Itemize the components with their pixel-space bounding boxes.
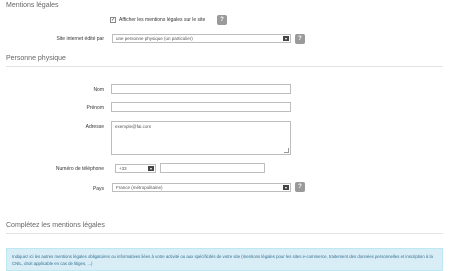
- edited-by-label: Site internet édité par: [56, 36, 104, 42]
- show-mentions-checkbox[interactable]: ✓: [110, 17, 116, 23]
- section-divider: [6, 66, 443, 67]
- phone-label: Numéro de téléphone: [55, 166, 104, 172]
- chevron-down-icon: ▾: [148, 166, 154, 171]
- section-divider: [6, 233, 443, 234]
- pays-value: France (métropolitaine): [116, 185, 163, 190]
- chevron-down-icon: ▾: [283, 36, 289, 41]
- help-icon[interactable]: ?: [217, 15, 227, 25]
- prenom-label: Prénom: [86, 105, 104, 111]
- prenom-field[interactable]: [111, 102, 291, 112]
- phone-field[interactable]: [160, 163, 265, 173]
- adresse-value: exemple@fai.com: [115, 124, 152, 129]
- nom-field[interactable]: [111, 84, 291, 94]
- show-mentions-label: Afficher les mentions légales sur le sit…: [119, 17, 206, 23]
- nom-label: Nom: [93, 87, 104, 93]
- adresse-label: Adresse: [85, 124, 104, 130]
- resize-handle-icon[interactable]: [284, 148, 289, 153]
- edited-by-select[interactable]: une personne physique (un particulier) ▾: [112, 34, 291, 43]
- edited-by-value: une personne physique (un particulier): [116, 36, 193, 41]
- phone-prefix-select[interactable]: +33 ▾: [115, 164, 156, 173]
- chevron-down-icon: ▾: [283, 185, 289, 190]
- help-icon[interactable]: ?: [295, 182, 305, 192]
- pays-select[interactable]: France (métropolitaine) ▾: [112, 183, 291, 192]
- mentions-section-title: Mentions légales: [6, 2, 59, 9]
- phone-prefix-value: +33: [119, 166, 127, 171]
- check-icon: ✓: [111, 17, 116, 23]
- help-icon[interactable]: ?: [295, 34, 305, 44]
- pays-label: Pays: [92, 186, 104, 192]
- adresse-textarea[interactable]: exemple@fai.com: [111, 121, 291, 155]
- info-alert: Indiquez ici les autres mentions légales…: [6, 248, 443, 271]
- completez-section-title: Complétez les mentions légales: [6, 222, 105, 229]
- info-text: Indiquez ici les autres mentions légales…: [12, 254, 433, 266]
- personne-section-title: Personne physique: [6, 55, 66, 62]
